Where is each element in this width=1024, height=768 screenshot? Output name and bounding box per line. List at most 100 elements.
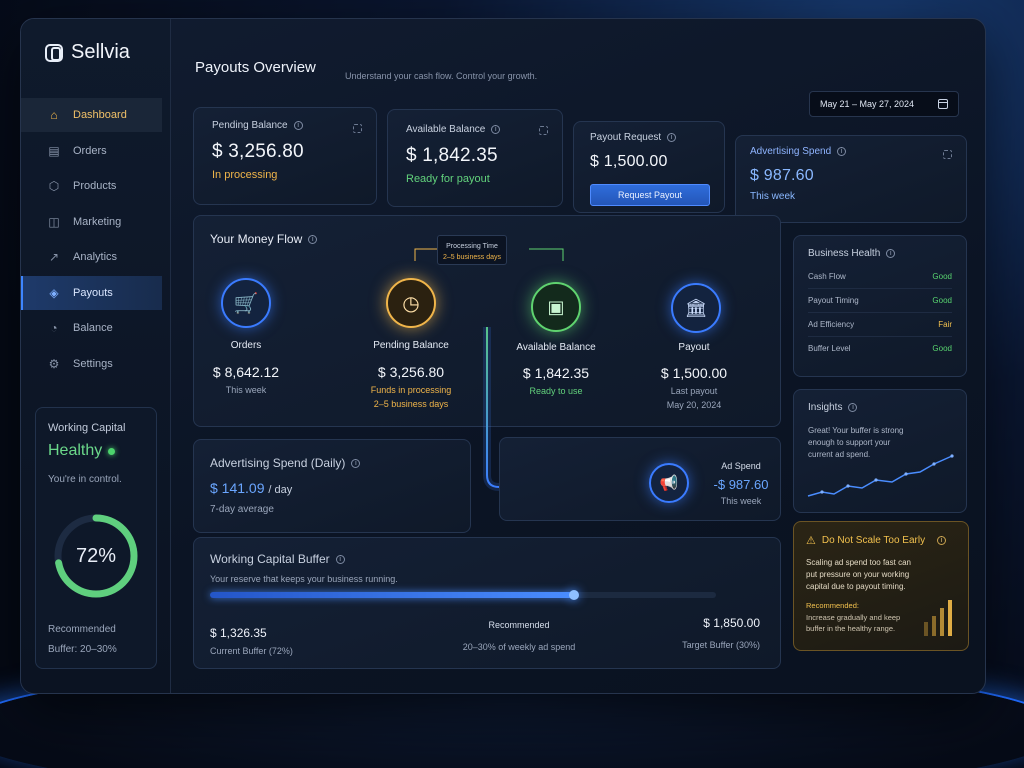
sidebar-item-products[interactable]: ⬡ Products (21, 169, 162, 203)
kpi-label: Pending Balance i (212, 120, 358, 131)
node-value: $ 8,642.12 (212, 364, 280, 380)
ad-daily-sub: 7-day average (210, 504, 274, 515)
recommended-label: Recommended (48, 624, 116, 635)
working-capital-subtitle: You're in control. (48, 474, 122, 485)
working-capital-status: Healthy (48, 442, 144, 460)
health-label: Payout Timing (808, 296, 859, 305)
request-payout-button[interactable]: Request Payout (590, 184, 710, 206)
health-status: Good (932, 272, 952, 281)
payout-node[interactable]: 🏛 (671, 283, 721, 333)
processing-label: Processing Time (446, 243, 498, 250)
chart-icon: ↗ (48, 250, 60, 264)
business-health-list: Cash Flow Good Payout Timing Good Ad Effic… (808, 265, 952, 360)
sidebar-item-payouts[interactable]: ◈ Payouts (21, 275, 162, 310)
warning-title-text: Do Not Scale Too Early (821, 535, 926, 546)
ad-spend-sub: This week (720, 496, 762, 506)
megaphone-icon: 📢 (659, 475, 679, 492)
buffer-progress-fill (210, 592, 575, 598)
info-icon[interactable]: i (837, 146, 847, 156)
target-buffer-value: $ 1,850.00 (703, 616, 760, 630)
processing-value: 2–5 business days (443, 254, 501, 261)
kpi-label: Advertising Spend i (750, 146, 952, 157)
clipboard-icon: ▤ (48, 143, 60, 158)
app-logo[interactable]: Sellvia (45, 41, 130, 64)
expand-icon[interactable] (943, 150, 952, 159)
sidebar-item-label: Analytics (73, 251, 118, 263)
node-label: Orders (230, 340, 262, 351)
kpi-sub: In processing (212, 169, 278, 181)
pending-balance-node[interactable]: ◷ (386, 278, 436, 328)
date-range-text: May 21 – May 27, 2024 (820, 99, 915, 109)
available-balance-node[interactable]: ▣ (531, 282, 581, 332)
buffer-progress-bar (210, 590, 716, 600)
sidebar-item-label: Settings (73, 357, 113, 370)
status-text: Healthy (48, 442, 103, 459)
working-capital-card: Working Capital Healthy You're in contro… (35, 407, 157, 669)
sidebar-item-label: Dashboard (73, 109, 127, 121)
info-icon[interactable]: i (848, 402, 858, 412)
expand-icon[interactable] (353, 124, 362, 133)
node-sub: Ready to use (529, 386, 583, 396)
current-buffer: $ 1,326.35 Current Buffer (72%) (210, 626, 293, 656)
bank-icon: 🏛 (684, 297, 708, 318)
warning-title: ⚠ Do Not Scale Too Early i (806, 534, 956, 547)
kpi-value: $ 987.60 (750, 167, 814, 184)
date-range-picker[interactable]: May 21 – May 27, 2024 (809, 91, 959, 117)
health-row: Cash Flow Good (808, 265, 952, 289)
kpi-sub: Ready for payout (406, 173, 490, 185)
page-subtitle: Understand your cash flow. Control your … (345, 71, 538, 81)
gear-icon: ⚙ (48, 356, 60, 371)
node-value: $ 3,256.80 (377, 364, 445, 380)
app-window: Sellvia ⌂ Dashboard ▤ Orders ⬡ Products … (20, 18, 986, 694)
sidebar-item-label: Products (73, 180, 117, 192)
node-value: $ 1,842.35 (522, 365, 590, 381)
payout-request-card: Payout Request i $ 1,500.00 Request Payou… (573, 121, 725, 213)
info-icon[interactable]: i (886, 248, 896, 258)
info-icon[interactable]: i (335, 555, 345, 565)
insights-card: Insights i Great! Your buffer is strong e… (793, 389, 967, 513)
node-sub-line: Funds in processing (370, 385, 452, 395)
sidebar-nav: ⌂ Dashboard ▤ Orders ⬡ Products ◫ Market… (21, 97, 170, 382)
sidebar-item-orders[interactable]: ▤ Orders (21, 134, 162, 168)
ad-spend-node[interactable]: 📢 (649, 463, 689, 503)
sidebar: Sellvia ⌂ Dashboard ▤ Orders ⬡ Products … (21, 19, 171, 693)
buffer-title: Working Capital Buffer i (210, 552, 764, 566)
node-label: Pending Balance (373, 340, 449, 351)
buffer-progress-knob (569, 590, 580, 600)
sidebar-item-label: Orders (73, 144, 107, 157)
info-icon[interactable]: i (667, 132, 677, 142)
status-dot-icon (108, 447, 116, 455)
node-sub: Funds in processing 2–5 business days (346, 383, 476, 411)
recommended-buffer-sub: 20–30% of weekly ad spend (462, 642, 576, 652)
warning-icon: ⚠ (806, 535, 816, 547)
info-icon[interactable]: i (937, 536, 947, 545)
health-label: Cash Flow (808, 272, 846, 281)
kpi-value: $ 3,256.80 (212, 141, 304, 162)
insights-title: Insights i (808, 402, 952, 413)
sidebar-item-label: Payouts (73, 286, 113, 299)
expand-icon[interactable] (539, 126, 548, 135)
info-icon[interactable]: i (293, 120, 303, 130)
info-icon[interactable]: i (491, 124, 501, 134)
home-icon: ⌂ (50, 108, 58, 122)
orders-node[interactable]: 🛒 (221, 278, 271, 328)
current-buffer-value: $ 1,326.35 (210, 626, 267, 640)
health-label: Ad Efficiency (808, 320, 855, 329)
sidebar-item-marketing[interactable]: ◫ Marketing (21, 205, 162, 239)
node-sub-line: Last payout (670, 386, 718, 396)
advertising-daily-card: Advertising Spend (Daily) i $ 141.09 / da… (193, 439, 471, 533)
sidebar-item-analytics[interactable]: ↗ Analytics (21, 240, 162, 274)
sidebar-item-dashboard[interactable]: ⌂ Dashboard (21, 98, 162, 132)
health-row: Buffer Level Good (808, 337, 952, 360)
clock-icon: ◷ (402, 292, 420, 315)
sidebar-item-balance[interactable]: ◔ Balance (21, 311, 162, 345)
bag-icon: ◫ (48, 214, 60, 229)
health-status: Good (932, 296, 952, 305)
sidebar-item-settings[interactable]: ⚙ Settings (21, 347, 162, 381)
kpi-sub: This week (750, 191, 796, 202)
ad-daily-value-row: $ 141.09 / day (210, 480, 454, 496)
sidebar-item-label: Balance (73, 322, 113, 334)
warning-bars-icon (924, 600, 952, 636)
info-icon[interactable]: i (351, 459, 361, 469)
ad-spend-info: Ad Spend -$ 987.60 This week (701, 461, 781, 506)
